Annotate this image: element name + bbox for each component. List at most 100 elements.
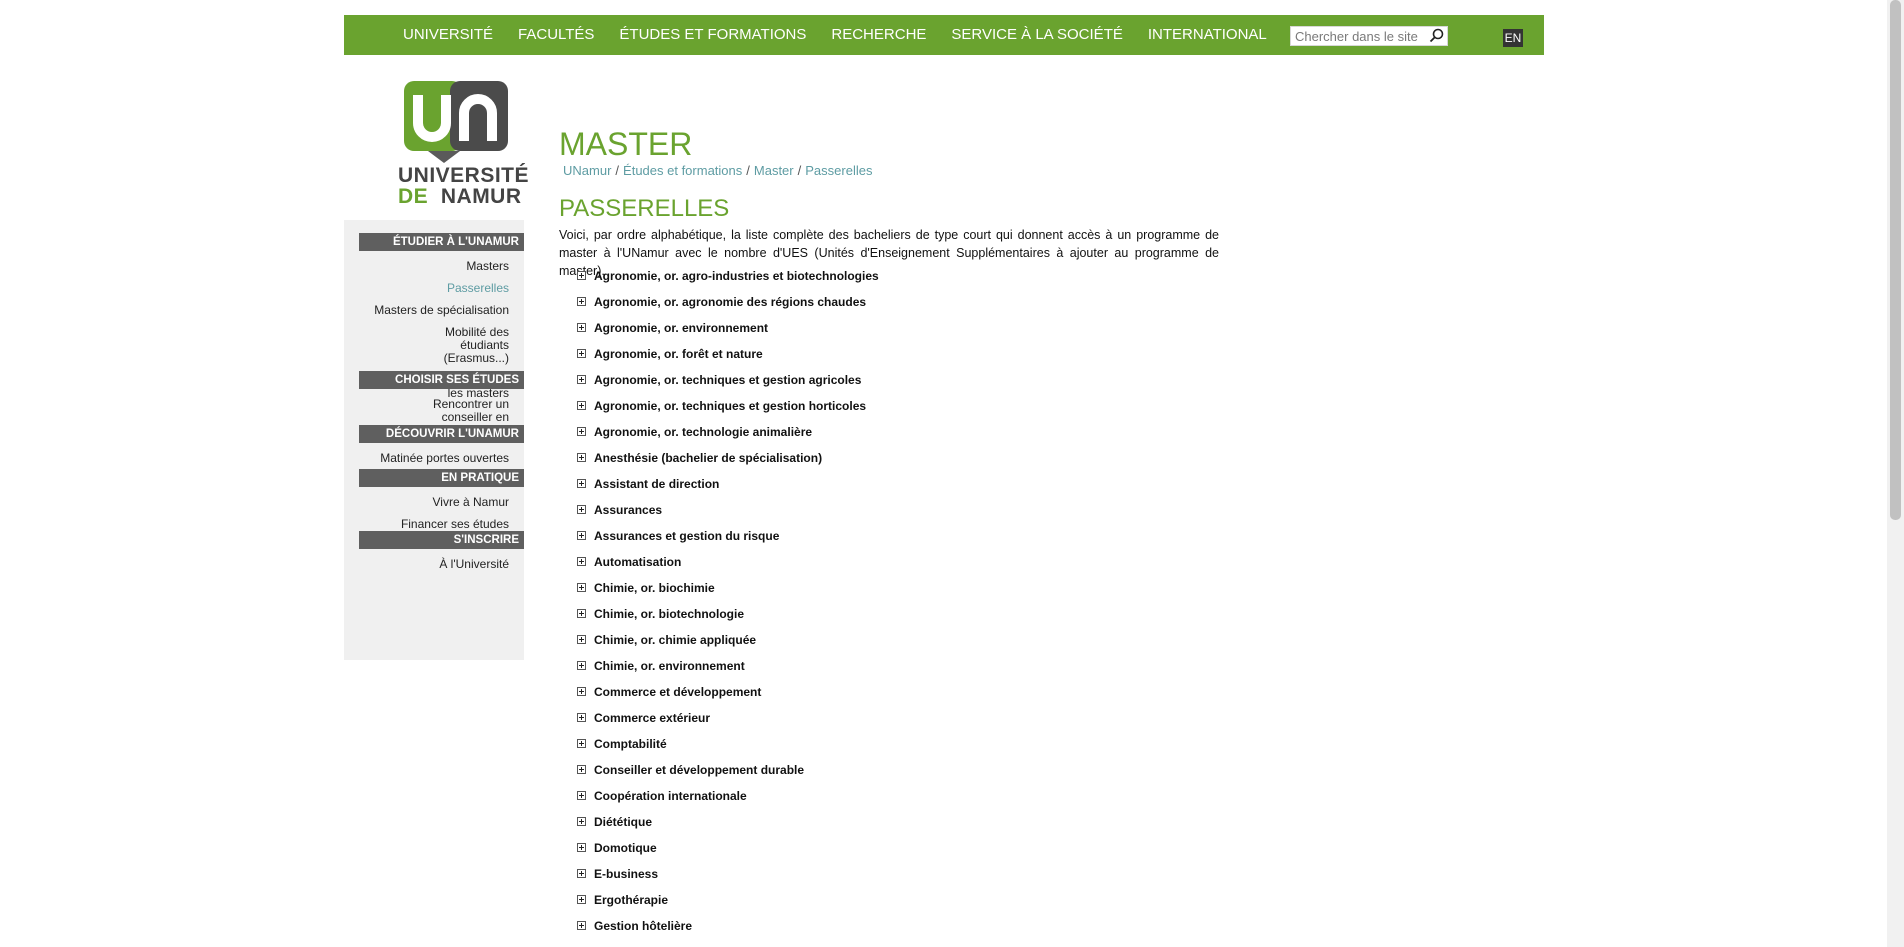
expand-plus-icon[interactable] — [577, 349, 586, 358]
sidebar-link[interactable]: Financer ses études — [359, 518, 524, 531]
program-list-item[interactable]: Chimie, or. biotechnologie — [577, 607, 1177, 633]
vertical-scrollbar[interactable] — [1887, 0, 1904, 947]
program-name: Agronomie, or. environnement — [594, 321, 769, 335]
sidebar-link[interactable]: Matinée portes ouvertes — [359, 452, 524, 465]
sidebar-link[interactable]: Masters — [359, 260, 524, 273]
expand-plus-icon[interactable] — [577, 609, 586, 618]
program-list-item[interactable]: Agronomie, or. techniques et gestion agr… — [577, 373, 1177, 399]
expand-plus-icon[interactable] — [577, 713, 586, 722]
expand-plus-icon[interactable] — [577, 401, 586, 410]
breadcrumb-separator: / — [797, 163, 802, 178]
expand-plus-icon[interactable] — [577, 661, 586, 670]
expand-plus-icon[interactable] — [577, 791, 586, 800]
program-name: Chimie, or. environnement — [594, 659, 745, 673]
sidebar-link[interactable]: Vivre à Namur — [359, 496, 524, 509]
program-name: E-business — [594, 867, 659, 881]
breadcrumb-link[interactable]: Passerelles — [805, 163, 872, 178]
university-logo[interactable]: UNIVERSITÉ DE NAMUR — [398, 77, 530, 208]
expand-plus-icon[interactable] — [577, 375, 586, 384]
sidebar-link[interactable]: Masters de spécialisation — [359, 304, 524, 317]
breadcrumb-link[interactable]: UNamur — [563, 163, 611, 178]
sidebar-link[interactable]: Passerelles — [359, 282, 524, 295]
program-list-item[interactable]: Anesthésie (bachelier de spécialisation) — [577, 451, 1177, 477]
expand-plus-icon[interactable] — [577, 557, 586, 566]
nav-item[interactable]: ÉTUDES ET FORMATIONS — [619, 15, 806, 55]
nav-item[interactable]: INTERNATIONAL — [1148, 15, 1267, 55]
program-list-item[interactable]: Commerce et développement — [577, 685, 1177, 711]
expand-plus-icon[interactable] — [577, 531, 586, 540]
program-list-item[interactable]: Coopération internationale — [577, 789, 1177, 815]
program-list-item[interactable]: Diététique — [577, 815, 1177, 841]
expand-plus-icon[interactable] — [577, 427, 586, 436]
expand-plus-icon[interactable] — [577, 869, 586, 878]
program-name: Agronomie, or. techniques et gestion agr… — [594, 373, 862, 387]
program-list-item[interactable]: Gestion hôtelière — [577, 919, 1177, 945]
expand-plus-icon[interactable] — [577, 895, 586, 904]
program-name: Comptabilité — [594, 737, 667, 751]
sidebar-section-title: ÉTUDIER À L'UNAMUR — [359, 233, 524, 251]
expand-plus-icon[interactable] — [577, 505, 586, 514]
program-list-item[interactable]: Automatisation — [577, 555, 1177, 581]
expand-plus-icon[interactable] — [577, 453, 586, 462]
program-list-item[interactable]: Domotique — [577, 841, 1177, 867]
program-name: Ergothérapie — [594, 893, 669, 907]
program-list-item[interactable]: Assurances — [577, 503, 1177, 529]
expand-plus-icon[interactable] — [577, 479, 586, 488]
program-name: Automatisation — [594, 555, 682, 569]
logo-text-line1: UNIVERSITÉ — [398, 164, 530, 187]
program-list-item[interactable]: Conseiller et développement durable — [577, 763, 1177, 789]
expand-plus-icon[interactable] — [577, 765, 586, 774]
program-name: Anesthésie (bachelier de spécialisation) — [594, 451, 823, 465]
program-name: Agronomie, or. agro-industries et biotec… — [594, 269, 879, 283]
program-list-item[interactable]: Assistant de direction — [577, 477, 1177, 503]
sidebar-link[interactable]: À l'Université — [359, 558, 524, 571]
expand-plus-icon[interactable] — [577, 271, 586, 280]
program-name: Gestion hôtelière — [594, 919, 693, 933]
expand-plus-icon[interactable] — [577, 739, 586, 748]
sidebar-section: EN PRATIQUE Vivre à Namur Financer ses étu… — [359, 469, 524, 531]
sidebar-section-title: DÉCOUVRIR L'UNAMUR — [359, 425, 524, 443]
expand-plus-icon[interactable] — [577, 583, 586, 592]
search-icon[interactable] — [1427, 27, 1447, 45]
program-list-item[interactable]: Chimie, or. chimie appliquée — [577, 633, 1177, 659]
expand-plus-icon[interactable] — [577, 817, 586, 826]
expand-plus-icon[interactable] — [577, 323, 586, 332]
nav-item[interactable]: UNIVERSITÉ — [403, 15, 493, 55]
program-name: Commerce et développement — [594, 685, 762, 699]
program-list-item[interactable]: E-business — [577, 867, 1177, 893]
nav-item[interactable]: FACULTÉS — [518, 15, 594, 55]
expand-plus-icon[interactable] — [577, 635, 586, 644]
program-list-item[interactable]: Ergothérapie — [577, 893, 1177, 919]
program-list-item[interactable]: Agronomie, or. forêt et nature — [577, 347, 1177, 373]
sidebar: ÉTUDIER À L'UNAMUR Masters Passerelles Mast… — [344, 220, 524, 660]
language-button[interactable]: EN — [1503, 29, 1523, 47]
program-list-item[interactable]: Chimie, or. environnement — [577, 659, 1177, 685]
program-name: Agronomie, or. forêt et nature — [594, 347, 763, 361]
expand-plus-icon[interactable] — [577, 687, 586, 696]
program-list-item[interactable]: Assurances et gestion du risque — [577, 529, 1177, 555]
program-name: Assurances — [594, 503, 663, 517]
expand-plus-icon[interactable] — [577, 843, 586, 852]
program-name: Assurances et gestion du risque — [594, 529, 780, 543]
expand-plus-icon[interactable] — [577, 297, 586, 306]
program-list-item[interactable]: Agronomie, or. environnement — [577, 321, 1177, 347]
program-list-item[interactable]: Agronomie, or. techniques et gestion hor… — [577, 399, 1177, 425]
program-list-item[interactable]: Commerce extérieur — [577, 711, 1177, 737]
breadcrumb-link[interactable]: Études et formations — [623, 163, 742, 178]
program-list: Agronomie, or. agro-industries et biotec… — [577, 269, 1177, 945]
search-input[interactable] — [1291, 27, 1429, 45]
nav-item[interactable]: RECHERCHE — [831, 15, 926, 55]
breadcrumb-link[interactable]: Master — [754, 163, 794, 178]
breadcrumb: UNamur / Études et formations / Master / Passe… — [563, 163, 872, 178]
program-list-item[interactable]: Agronomie, or. agro-industries et biotec… — [577, 269, 1177, 295]
program-list-item[interactable]: Agronomie, or. agronomie des régions cha… — [577, 295, 1177, 321]
sidebar-link[interactable]: Mobilité des étudiants (Erasmus...) — [359, 326, 524, 365]
program-list-item[interactable]: Chimie, or. biochimie — [577, 581, 1177, 607]
scrollbar-thumb[interactable] — [1890, 0, 1901, 520]
logo-text-line2: DE NAMUR — [398, 185, 522, 208]
program-list-item[interactable]: Agronomie, or. technologie animalière — [577, 425, 1177, 451]
expand-plus-icon[interactable] — [577, 921, 586, 930]
program-list-item[interactable]: Comptabilité — [577, 737, 1177, 763]
top-navigation: UNIVERSITÉ FACULTÉS ÉTUDES ET FORMATIONS RE… — [344, 15, 1544, 55]
nav-item[interactable]: SERVICE À LA SOCIÉTÉ — [951, 15, 1122, 55]
